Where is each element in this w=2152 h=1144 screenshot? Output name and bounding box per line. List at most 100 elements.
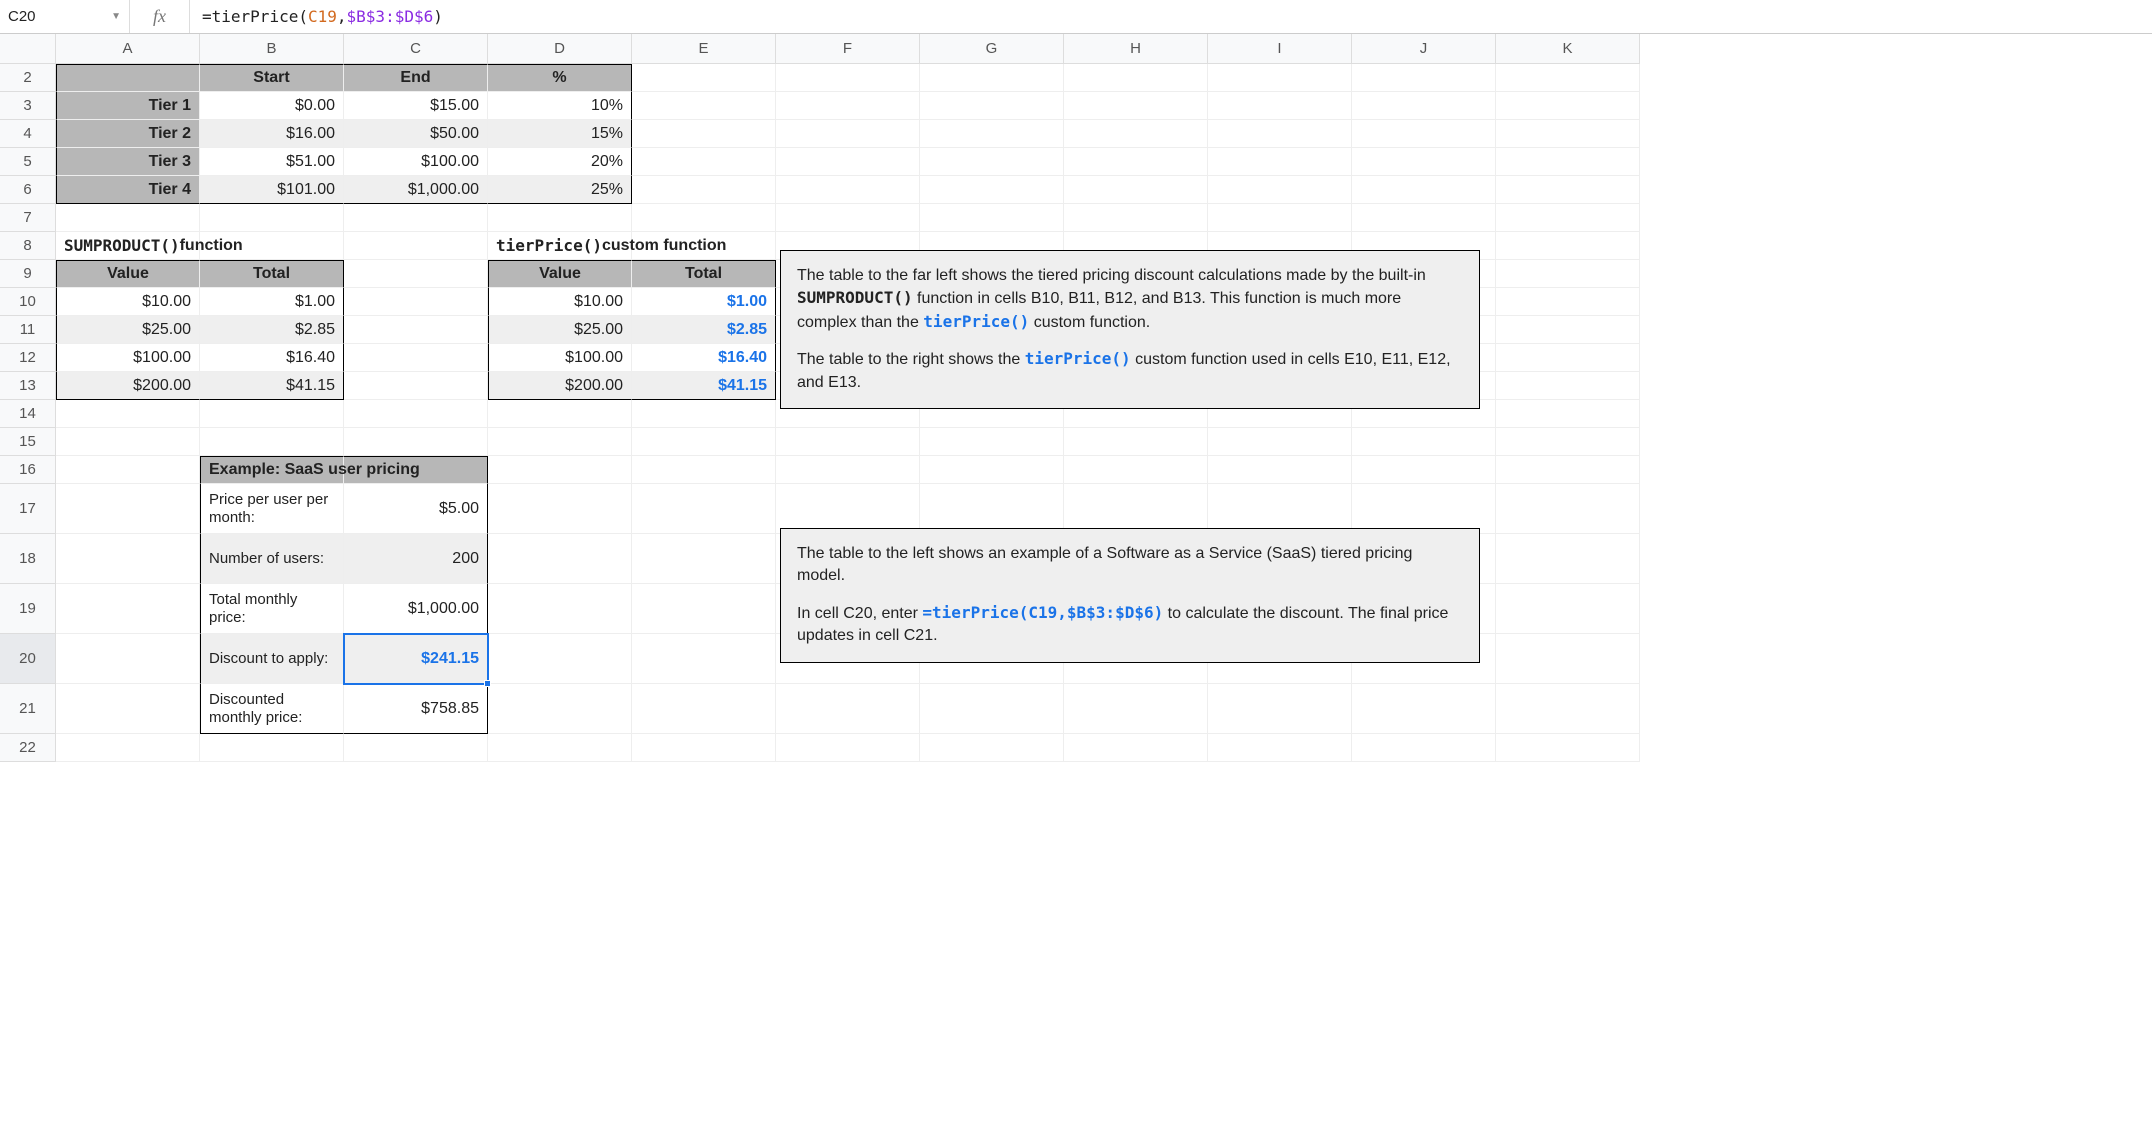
cell-E20[interactable] — [632, 634, 776, 684]
cell-C21[interactable]: $758.85 — [344, 684, 488, 734]
cell-B12[interactable]: $16.40 — [200, 344, 344, 372]
cell-J17[interactable] — [1352, 484, 1496, 534]
row-header-12[interactable]: 12 — [0, 344, 56, 372]
cell-C3[interactable]: $15.00 — [344, 92, 488, 120]
col-header-I[interactable]: I — [1208, 34, 1352, 64]
cell-H7[interactable] — [1064, 204, 1208, 232]
grid-corner[interactable] — [0, 34, 56, 64]
cell-E4[interactable] — [632, 120, 776, 148]
cell-E11[interactable]: $2.85 — [632, 316, 776, 344]
col-header-G[interactable]: G — [920, 34, 1064, 64]
cell-H17[interactable] — [1064, 484, 1208, 534]
row-header-21[interactable]: 21 — [0, 684, 56, 734]
col-header-C[interactable]: C — [344, 34, 488, 64]
cell-I15[interactable] — [1208, 428, 1352, 456]
cell-E18[interactable] — [632, 534, 776, 584]
cell-K10[interactable] — [1496, 288, 1640, 316]
cell-G15[interactable] — [920, 428, 1064, 456]
cell-C12[interactable] — [344, 344, 488, 372]
cell-I22[interactable] — [1208, 734, 1352, 762]
cell-F17[interactable] — [776, 484, 920, 534]
cell-E19[interactable] — [632, 584, 776, 634]
cell-J5[interactable] — [1352, 148, 1496, 176]
cell-D4[interactable]: 15% — [488, 120, 632, 148]
col-header-B[interactable]: B — [200, 34, 344, 64]
cell-K8[interactable] — [1496, 232, 1640, 260]
cell-A3[interactable]: Tier 1 — [56, 92, 200, 120]
cell-I5[interactable] — [1208, 148, 1352, 176]
cell-C11[interactable] — [344, 316, 488, 344]
cell-D13[interactable]: $200.00 — [488, 372, 632, 400]
cell-D19[interactable] — [488, 584, 632, 634]
cell-A18[interactable] — [56, 534, 200, 584]
row-header-11[interactable]: 11 — [0, 316, 56, 344]
cell-K18[interactable] — [1496, 534, 1640, 584]
cell-K4[interactable] — [1496, 120, 1640, 148]
cell-J6[interactable] — [1352, 176, 1496, 204]
cell-K15[interactable] — [1496, 428, 1640, 456]
cell-A10[interactable]: $10.00 — [56, 288, 200, 316]
cell-E22[interactable] — [632, 734, 776, 762]
cell-D5[interactable]: 20% — [488, 148, 632, 176]
row-header-16[interactable]: 16 — [0, 456, 56, 484]
cell-K9[interactable] — [1496, 260, 1640, 288]
cell-A13[interactable]: $200.00 — [56, 372, 200, 400]
cell-B5[interactable]: $51.00 — [200, 148, 344, 176]
cell-I3[interactable] — [1208, 92, 1352, 120]
cell-F2[interactable] — [776, 64, 920, 92]
cell-C2[interactable]: End — [344, 64, 488, 92]
cell-K6[interactable] — [1496, 176, 1640, 204]
cell-D20[interactable] — [488, 634, 632, 684]
row-header-8[interactable]: 8 — [0, 232, 56, 260]
row-header-10[interactable]: 10 — [0, 288, 56, 316]
cell-G22[interactable] — [920, 734, 1064, 762]
cell-C7[interactable] — [344, 204, 488, 232]
cell-F5[interactable] — [776, 148, 920, 176]
cell-C15[interactable] — [344, 428, 488, 456]
selected-cell[interactable]: $241.15 — [344, 634, 488, 684]
cell-H2[interactable] — [1064, 64, 1208, 92]
chevron-down-icon[interactable]: ▼ — [111, 11, 121, 22]
cell-I6[interactable] — [1208, 176, 1352, 204]
cell-G3[interactable] — [920, 92, 1064, 120]
sumproduct-title[interactable]: SUMPRODUCT() function — [56, 232, 200, 260]
cell-A2[interactable] — [56, 64, 200, 92]
cell-E15[interactable] — [632, 428, 776, 456]
cell-K5[interactable] — [1496, 148, 1640, 176]
cell-I4[interactable] — [1208, 120, 1352, 148]
cell-C22[interactable] — [344, 734, 488, 762]
cell-H21[interactable] — [1064, 684, 1208, 734]
cell-E13[interactable]: $41.15 — [632, 372, 776, 400]
cell-A20[interactable] — [56, 634, 200, 684]
row-header-6[interactable]: 6 — [0, 176, 56, 204]
cell-E10[interactable]: $1.00 — [632, 288, 776, 316]
spreadsheet-grid[interactable]: ABCDEFGHIJK2StartEnd%3Tier 1$0.00$15.001… — [0, 34, 2152, 762]
cell-C5[interactable]: $100.00 — [344, 148, 488, 176]
cell-A21[interactable] — [56, 684, 200, 734]
col-header-K[interactable]: K — [1496, 34, 1640, 64]
cell-E5[interactable] — [632, 148, 776, 176]
cell-B22[interactable] — [200, 734, 344, 762]
cell-J2[interactable] — [1352, 64, 1496, 92]
cell-K22[interactable] — [1496, 734, 1640, 762]
cell-I21[interactable] — [1208, 684, 1352, 734]
cell-K21[interactable] — [1496, 684, 1640, 734]
cell-C10[interactable] — [344, 288, 488, 316]
cell-K19[interactable] — [1496, 584, 1640, 634]
cell-D18[interactable] — [488, 534, 632, 584]
cell-G21[interactable] — [920, 684, 1064, 734]
row-header-22[interactable]: 22 — [0, 734, 56, 762]
col-header-E[interactable]: E — [632, 34, 776, 64]
cell-D6[interactable]: 25% — [488, 176, 632, 204]
cell-B14[interactable] — [200, 400, 344, 428]
cell-D21[interactable] — [488, 684, 632, 734]
cell-G16[interactable] — [920, 456, 1064, 484]
cell-B4[interactable]: $16.00 — [200, 120, 344, 148]
row-header-20[interactable]: 20 — [0, 634, 56, 684]
cell-G17[interactable] — [920, 484, 1064, 534]
cell-G4[interactable] — [920, 120, 1064, 148]
cell-K14[interactable] — [1496, 400, 1640, 428]
formula-input[interactable]: =tierPrice(C19,$B$3:$D$6) — [190, 0, 2152, 33]
cell-D16[interactable] — [488, 456, 632, 484]
row-header-14[interactable]: 14 — [0, 400, 56, 428]
